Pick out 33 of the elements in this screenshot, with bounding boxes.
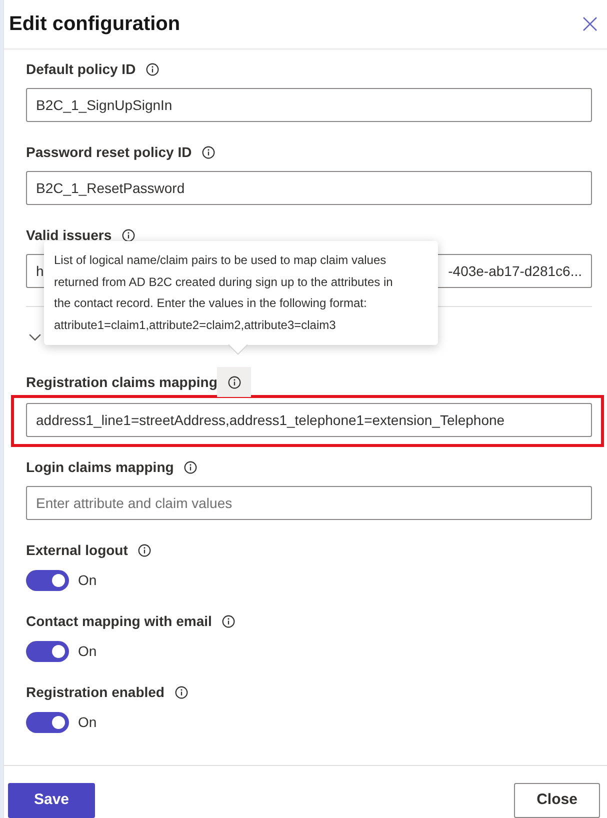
dialog-title: Edit configuration (9, 14, 180, 34)
info-icon[interactable] (174, 686, 188, 698)
close-dialog-button[interactable]: Close (514, 783, 600, 818)
toggle-state-label: On (78, 642, 97, 661)
field-label: Password reset policy ID (26, 143, 192, 162)
input-field[interactable]: B2C_1_SignUpSignIn (26, 88, 592, 122)
info-icon[interactable] (202, 146, 216, 158)
info-button[interactable] (217, 367, 252, 397)
toggle-switch[interactable] (26, 641, 69, 662)
toggle-switch[interactable] (26, 570, 69, 591)
info-icon[interactable] (122, 228, 136, 242)
chevron-icon[interactable] (29, 334, 41, 340)
info-icon[interactable] (222, 614, 236, 628)
input-field[interactable]: address1_line1=streetAddress,address1_telephone1=extension_Telephone (26, 403, 592, 437)
tooltip-text: List of logical name/claim pairs to be used to map claim values returned from AD B2C created during sign up to the attributes in the contact record. Enter the values in the following format: attribute1=claim1,attribute2=claim2,attribute3=claim3 (54, 252, 394, 334)
toggle-state-label: On (78, 713, 97, 732)
info-icon[interactable] (184, 460, 198, 474)
info-icon[interactable] (146, 62, 160, 76)
field-label: Default policy ID (26, 60, 136, 79)
field-label: Login claims mapping (26, 458, 174, 477)
field-label: Contact mapping with email (26, 612, 212, 631)
field-label: Registration enabled (26, 683, 164, 702)
field-label: External logout (26, 541, 128, 560)
field-label: Valid issuers (26, 226, 112, 245)
field-label: Registration claims mapping (26, 373, 218, 392)
toggle-state-label: On (78, 571, 97, 590)
toggle-switch[interactable] (26, 712, 69, 733)
info-icon[interactable] (228, 376, 241, 388)
input-field[interactable]: Enter attribute and claim values (26, 486, 592, 520)
info-icon[interactable] (138, 544, 152, 556)
save-button[interactable]: Save (8, 783, 95, 818)
input-field[interactable]: B2C_1_ResetPassword (26, 171, 592, 205)
close-icon[interactable] (583, 17, 597, 31)
